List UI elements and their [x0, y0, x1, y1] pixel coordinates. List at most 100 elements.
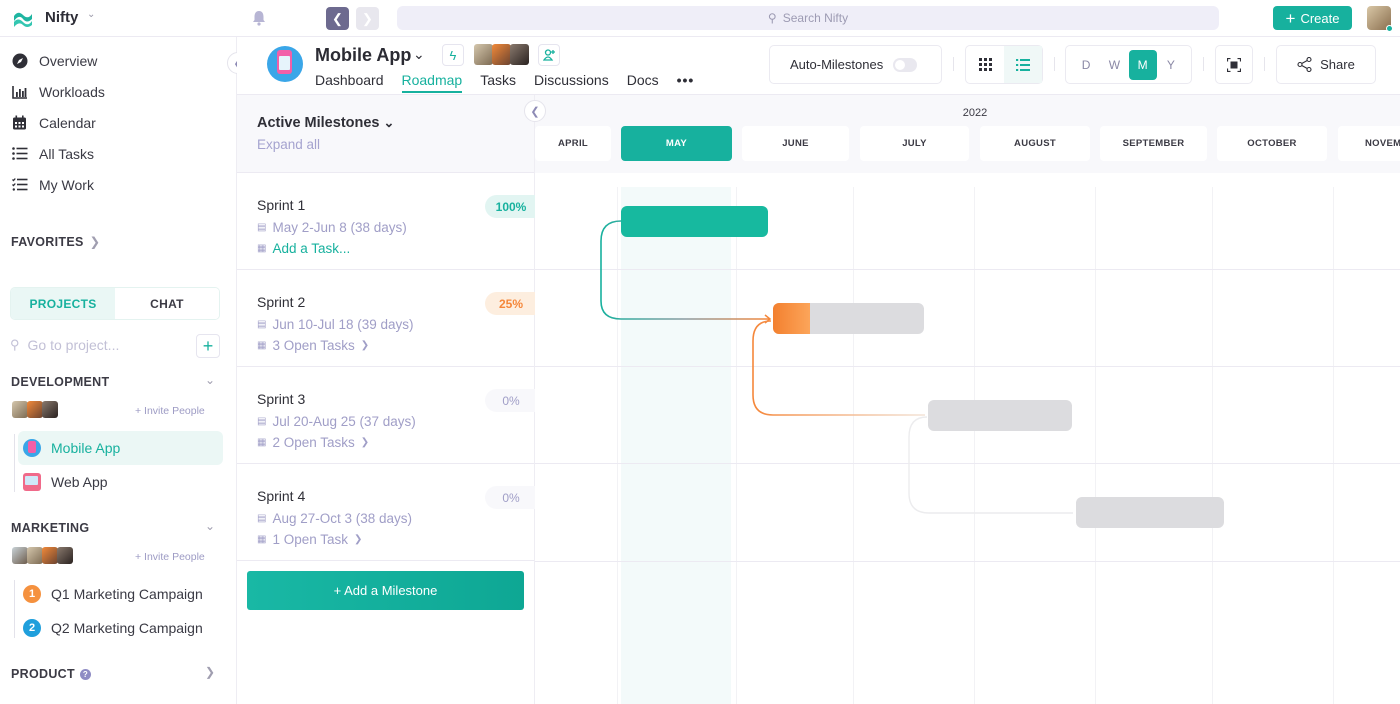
milestone-name[interactable]: Sprint 1	[257, 197, 305, 213]
search-placeholder: Search Nifty	[782, 11, 849, 25]
milestone-name[interactable]: Sprint 3	[257, 391, 305, 407]
calendar-icon	[11, 114, 28, 131]
forward-button[interactable]: ❯	[356, 7, 379, 30]
scale-week[interactable]: W	[1100, 50, 1128, 80]
sidebar-item-my-work[interactable]: My Work	[11, 176, 94, 193]
help-icon[interactable]: ?	[79, 668, 91, 680]
task-list-icon: ▦	[257, 534, 267, 545]
project-label: Mobile App	[51, 440, 121, 456]
section-title-development[interactable]: DEVELOPMENT	[11, 375, 109, 389]
task-list-icon: ▦	[257, 437, 267, 448]
notifications-bell-icon[interactable]	[250, 9, 268, 27]
gantt-bar-sprint-1[interactable]	[621, 206, 768, 237]
chevron-down-icon[interactable]: ⌄	[413, 46, 425, 63]
milestone-row[interactable]: Sprint 4 ▤ Aug 27-Oct 3 (38 days) ▦ 1 Open…	[237, 464, 537, 561]
marketing-members[interactable]	[12, 547, 73, 564]
online-status-dot	[1386, 25, 1393, 32]
sidebar-item-overview[interactable]: Overview	[11, 52, 97, 69]
project-search-input[interactable]: ⚲ Go to project...	[10, 337, 119, 353]
chevron-down-icon[interactable]: ⌄	[205, 373, 215, 387]
project-item-q2-marketing[interactable]: 2 Q2 Marketing Campaign	[18, 611, 223, 645]
auto-milestones-toggle[interactable]: Auto-Milestones	[769, 45, 942, 84]
sidebar: Overview Workloads Calendar All Tasks My…	[0, 37, 237, 704]
calendar-icon: ▤	[257, 319, 267, 330]
project-title[interactable]: Mobile App	[315, 45, 411, 66]
chevron-down-icon[interactable]: ⌄	[87, 9, 95, 20]
tab-discussions[interactable]: Discussions	[534, 72, 609, 92]
tab-chat[interactable]: CHAT	[115, 288, 219, 319]
open-tasks-link[interactable]: ▦ 2 Open Tasks ❯	[257, 435, 369, 450]
sidebar-item-all-tasks[interactable]: All Tasks	[11, 145, 94, 162]
divider	[1264, 57, 1265, 71]
dependency-link-3-4	[908, 416, 1073, 514]
milestone-dates[interactable]: ▤ Jul 20-Aug 25 (37 days)	[257, 414, 416, 429]
fullscreen-button[interactable]	[1215, 45, 1253, 84]
global-search-input[interactable]: ⚲ Search Nifty	[397, 6, 1219, 30]
chevron-down-icon[interactable]: ⌄	[205, 519, 215, 533]
milestone-dates[interactable]: ▤ May 2-Jun 8 (38 days)	[257, 220, 407, 235]
back-button[interactable]: ❮	[326, 7, 349, 30]
list-view-icon[interactable]	[1004, 46, 1042, 83]
project-label: Web App	[51, 474, 108, 490]
milestone-list: Active Milestones ⌄ Expand all Sprint 1 …	[237, 95, 537, 704]
milestone-dates[interactable]: ▤ Aug 27-Oct 3 (38 days)	[257, 511, 412, 526]
scale-year[interactable]: Y	[1157, 50, 1185, 80]
more-tabs-button[interactable]: •••	[677, 72, 695, 92]
tasks-text: Add a Task...	[272, 241, 351, 256]
plus-icon: +	[1285, 8, 1296, 28]
development-members[interactable]	[12, 401, 58, 418]
dates-text: Jul 20-Aug 25 (37 days)	[272, 414, 416, 429]
project-members[interactable]	[474, 44, 529, 65]
add-task-link[interactable]: ▦ Add a Task...	[257, 241, 350, 256]
add-project-button[interactable]: +	[196, 334, 220, 358]
tab-roadmap[interactable]: Roadmap	[401, 72, 462, 93]
project-item-web-app[interactable]: Web App	[18, 465, 223, 499]
scale-day[interactable]: D	[1072, 50, 1100, 80]
member-avatar	[12, 547, 28, 564]
open-tasks-link[interactable]: ▦ 1 Open Task ❯	[257, 532, 362, 547]
milestone-row[interactable]: Sprint 1 ▤ May 2-Jun 8 (38 days) ▦ Add a T…	[237, 173, 537, 270]
expand-all-link[interactable]: Expand all	[257, 137, 320, 152]
collapse-milestones-button[interactable]: ❮	[524, 100, 546, 122]
open-tasks-link[interactable]: ▦ 3 Open Tasks ❯	[257, 338, 369, 353]
share-button[interactable]: Share	[1276, 45, 1376, 84]
sidebar-item-workloads[interactable]: Workloads	[11, 83, 105, 100]
milestone-name[interactable]: Sprint 2	[257, 294, 305, 310]
add-member-icon[interactable]	[538, 44, 560, 66]
project-item-q1-marketing[interactable]: 1 Q1 Marketing Campaign	[18, 577, 223, 611]
search-icon: ⚲	[767, 11, 777, 25]
milestone-row[interactable]: Sprint 3 ▤ Jul 20-Aug 25 (37 days) ▦ 2 Ope…	[237, 367, 537, 464]
section-title-marketing[interactable]: MARKETING	[11, 521, 89, 535]
grid-view-icon[interactable]	[966, 46, 1004, 83]
milestone-name[interactable]: Sprint 4	[257, 488, 305, 504]
fullscreen-icon	[1227, 57, 1241, 72]
invite-people-link[interactable]: + Invite People	[135, 405, 205, 417]
auto-milestones-label: Auto-Milestones	[790, 57, 884, 72]
section-title-product[interactable]: PRODUCT ?	[11, 667, 91, 681]
gantt-bar-sprint-3[interactable]	[928, 400, 1072, 431]
sidebar-item-label: Workloads	[39, 83, 105, 100]
favorites-section[interactable]: FAVORITES ❯	[11, 234, 100, 250]
milestone-list-header: Active Milestones ⌄ Expand all	[237, 95, 534, 173]
add-milestone-button[interactable]: + Add a Milestone	[247, 571, 524, 610]
invite-people-link[interactable]: + Invite People	[135, 551, 205, 563]
workspace-name[interactable]: Nifty	[45, 9, 78, 26]
sidebar-item-calendar[interactable]: Calendar	[11, 114, 96, 131]
number-badge-icon: 2	[23, 619, 41, 637]
tab-docs[interactable]: Docs	[627, 72, 659, 92]
project-item-mobile-app[interactable]: Mobile App	[18, 431, 223, 465]
milestone-dates[interactable]: ▤ Jun 10-Jul 18 (39 days)	[257, 317, 414, 332]
user-avatar[interactable]	[1367, 6, 1393, 32]
automation-bolt-icon[interactable]: ϟ	[442, 44, 464, 66]
sidebar-tabs: PROJECTS CHAT	[10, 287, 220, 320]
tab-dashboard[interactable]: Dashboard	[315, 72, 384, 92]
create-button[interactable]: + Create	[1273, 6, 1352, 30]
milestone-row[interactable]: Sprint 2 ▤ Jun 10-Jul 18 (39 days) ▦ 3 Ope…	[237, 270, 537, 367]
active-milestones-dropdown[interactable]: Active Milestones ⌄	[257, 115, 394, 131]
toggle-switch[interactable]	[893, 57, 918, 72]
gantt-bar-sprint-4[interactable]	[1076, 497, 1224, 528]
scale-month[interactable]: M	[1128, 49, 1157, 80]
chevron-right-icon[interactable]: ❯	[205, 665, 215, 679]
tab-tasks[interactable]: Tasks	[480, 72, 516, 92]
tab-projects[interactable]: PROJECTS	[11, 288, 115, 319]
